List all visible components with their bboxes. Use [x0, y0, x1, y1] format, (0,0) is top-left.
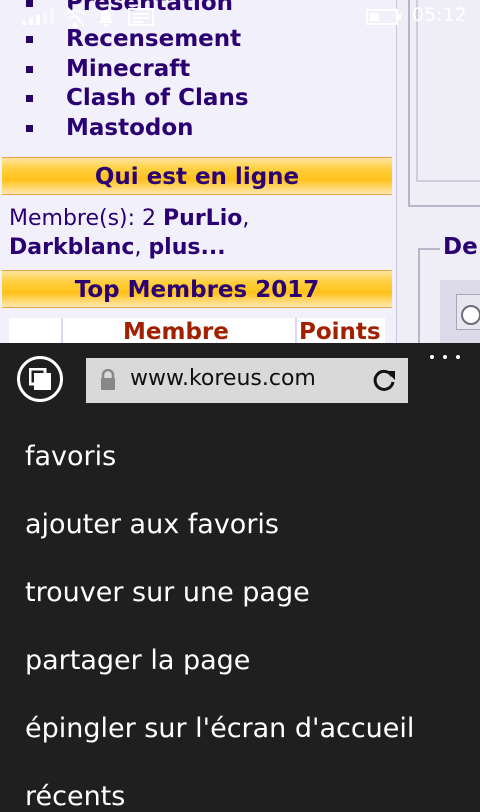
online-separator: ,: [242, 206, 250, 231]
table-header-cell: Points: [297, 318, 385, 343]
online-members-text: Membre(s): 2 PurLio, Darkblanc, plus...: [9, 204, 389, 262]
signal-icon: [22, 9, 54, 25]
menu-item-favoris[interactable]: favoris: [25, 441, 116, 472]
table-header-cell: [9, 318, 63, 343]
nav-link[interactable]: Clash of Clans: [66, 85, 249, 111]
url-text[interactable]: www.koreus.com: [130, 366, 316, 391]
browser-menu: favoris ajouter aux favoris trouver sur …: [0, 417, 480, 812]
top-members-title: Top Membres 2017: [74, 277, 320, 303]
right-column: De: [397, 0, 480, 343]
tabs-icon: [29, 368, 51, 390]
message-icon: [128, 8, 154, 26]
table-header-points: Points: [299, 319, 381, 343]
bullet-icon: [26, 36, 33, 43]
nav-link[interactable]: Mastodon: [66, 115, 194, 141]
online-section-title: Qui est en ligne: [94, 164, 300, 190]
top-members-table: Membre Points: [9, 318, 385, 343]
online-prefix: Membre(s): 2: [9, 206, 164, 231]
wifi-icon: [63, 5, 87, 28]
clock: 05:12: [412, 4, 467, 26]
nav-item-minecraft[interactable]: Minecraft: [0, 56, 396, 86]
nav-item-mastodon[interactable]: Mastodon: [0, 115, 396, 145]
thumbnail-image[interactable]: [440, 280, 480, 343]
bullet-icon: [26, 66, 33, 73]
bullet-icon: [26, 125, 33, 132]
menu-item-epingler[interactable]: épingler sur l'écran d'accueil: [25, 713, 414, 744]
top-members-header: Top Membres 2017: [2, 270, 392, 308]
online-user-darkblanc[interactable]: Darkblanc: [9, 235, 134, 260]
more-dot-icon: [443, 355, 447, 359]
webpage-viewport: Présentation Recensement Minecraft Clash…: [0, 0, 480, 343]
tabs-button[interactable]: [17, 356, 63, 402]
menu-item-recents[interactable]: récents: [25, 781, 125, 812]
online-more-link[interactable]: plus...: [148, 235, 225, 260]
battery-icon: [366, 9, 401, 25]
table-header-membre: Membre: [123, 319, 229, 343]
menu-item-partager[interactable]: partager la page: [25, 645, 250, 676]
left-column: Présentation Recensement Minecraft Clash…: [0, 0, 397, 343]
nav-item-clash-of-clans[interactable]: Clash of Clans: [0, 85, 396, 115]
address-bar[interactable]: www.koreus.com: [86, 358, 408, 403]
fieldset-legend: De: [440, 234, 480, 260]
more-dot-icon: [456, 355, 460, 359]
menu-item-ajouter-favoris[interactable]: ajouter aux favoris: [25, 509, 279, 540]
table-header-cell: Membre: [63, 318, 297, 343]
nav-link[interactable]: Minecraft: [66, 56, 190, 82]
more-dot-icon: [430, 355, 434, 359]
online-separator: ,: [134, 235, 149, 260]
lock-icon: [101, 369, 115, 390]
refresh-icon[interactable]: [371, 368, 397, 394]
bullet-icon: [26, 95, 33, 102]
menu-item-trouver[interactable]: trouver sur une page: [25, 577, 310, 608]
browser-app-bar: www.koreus.com: [0, 343, 480, 417]
status-bar: 05:12: [0, 0, 480, 32]
image-icon: [461, 305, 480, 325]
online-section-header: Qui est en ligne: [2, 157, 392, 195]
thumbnail-frame: [456, 294, 480, 330]
notification-bell-icon: [99, 10, 113, 27]
online-user-purlio[interactable]: PurLio: [163, 206, 242, 231]
more-options-button[interactable]: [428, 352, 462, 362]
